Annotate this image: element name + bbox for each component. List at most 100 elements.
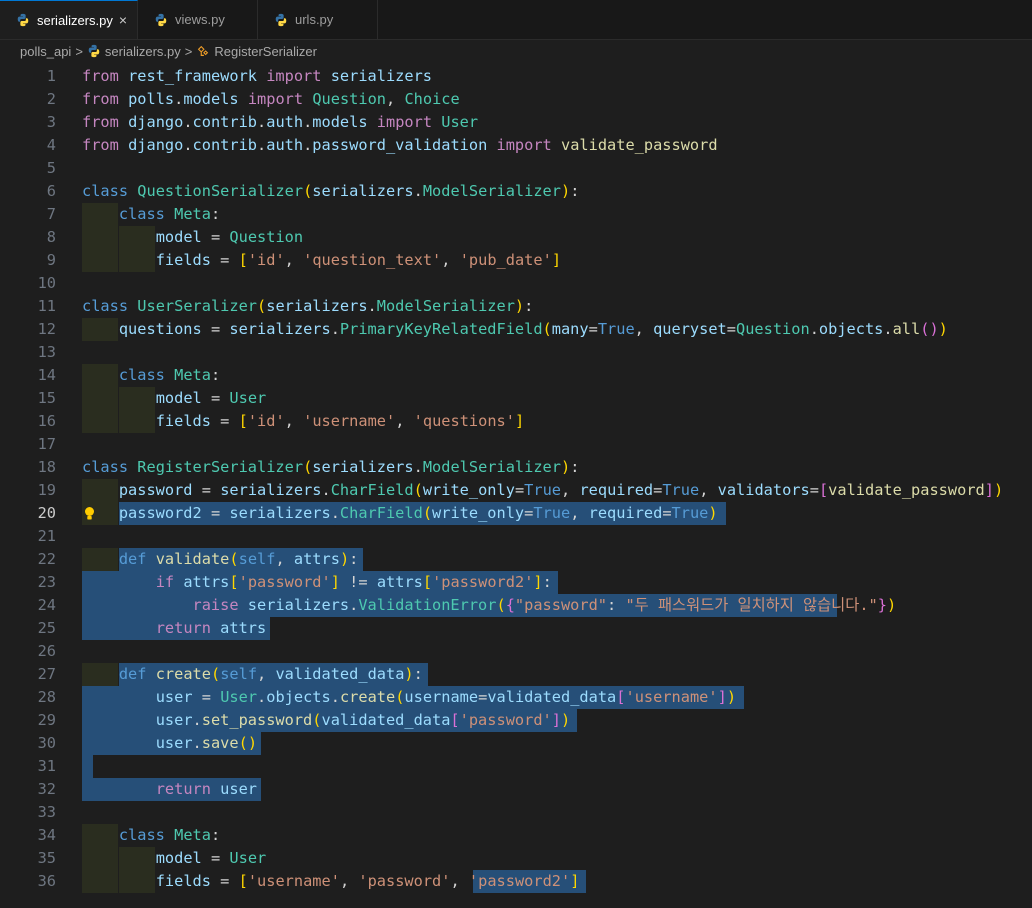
code-text: model = User [155,849,267,867]
line-number: 9 [46,251,56,269]
code-line[interactable]: 15 model = User [0,387,1032,410]
code-line[interactable]: 12 questions = serializers.PrimaryKeyRel… [0,318,1032,341]
code-text: return attrs [155,619,267,637]
code-line[interactable]: 7 class Meta: [0,203,1032,226]
line-number: 32 [37,780,56,798]
tab-views[interactable]: views.py [138,0,258,39]
code-line[interactable]: 4 from django.contrib.auth.password_valid… [0,134,1032,157]
code-text: class Meta: [118,826,221,844]
line-number: 17 [37,435,56,453]
code-line[interactable]: 24 raise serializers.ValidationError({"p… [0,594,1032,617]
code-text: fields = ['username', 'password', 'passw… [155,872,580,890]
code-line[interactable]: 30 user.save() [0,732,1032,755]
code-line[interactable]: 14 class Meta: [0,364,1032,387]
code-line[interactable]: 1 from rest_framework import serializers [0,65,1032,88]
line-number: 31 [37,757,56,775]
line-number: 16 [37,412,56,430]
breadcrumb-file[interactable]: serializers.py [105,44,181,59]
code-line[interactable]: 18 class RegisterSerializer(serializers.M… [0,456,1032,479]
line-number: 36 [37,872,56,890]
selection-highlight [82,755,94,778]
code-text: if attrs['password'] != attrs['password2… [155,573,552,591]
code-text: fields = ['id', 'username', 'questions'] [155,412,525,430]
line-number: 26 [37,642,56,660]
code-line[interactable]: 6 class QuestionSerializer(serializers.Mo… [0,180,1032,203]
code-line[interactable]: 34 class Meta: [0,824,1032,847]
code-line[interactable]: 33 [0,801,1032,824]
line-number: 20 [37,504,56,522]
line-number: 30 [37,734,56,752]
line-number: 19 [37,481,56,499]
code-text: class QuestionSerializer(serializers.Mod… [82,182,580,200]
line-number: 6 [46,182,56,200]
code-text: class RegisterSerializer(serializers.Mod… [82,458,580,476]
code-text: user = User.objects.create(username=vali… [155,688,737,706]
code-line[interactable]: 35 model = User [0,847,1032,870]
code-line[interactable]: 3 from django.contrib.auth.models import … [0,111,1032,134]
code-line[interactable]: 2 from polls.models import Question, Choi… [0,88,1032,111]
close-icon[interactable]: × [119,12,127,28]
breadcrumb-symbol[interactable]: RegisterSerializer [214,44,317,59]
code-line[interactable]: 28 user = User.objects.create(username=v… [0,686,1032,709]
line-number: 4 [46,136,56,154]
chevron-right-icon: > [75,43,83,59]
line-number: 21 [37,527,56,545]
line-number: 5 [46,159,56,177]
line-number: 12 [37,320,56,338]
breadcrumb-folder[interactable]: polls_api [20,44,71,59]
chevron-right-icon: > [184,43,193,59]
python-icon [88,44,100,58]
code-text: return user [155,780,258,798]
tab-label: urls.py [295,12,334,27]
code-line[interactable]: 32 return user [0,778,1032,801]
code-line[interactable]: 36 fields = ['username', 'password', 'pa… [0,870,1032,893]
line-number: 15 [37,389,56,407]
breadcrumb: polls_api > serializers.py > RegisterSer… [0,40,1032,62]
line-number: 29 [37,711,56,729]
code-line[interactable]: 10 [0,272,1032,295]
code-line[interactable]: 25 return attrs [0,617,1032,640]
code-line[interactable]: 17 [0,433,1032,456]
code-line[interactable]: 23 if attrs['password'] != attrs['passwo… [0,571,1032,594]
code-text: model = User [155,389,267,407]
code-line[interactable]: 22 def validate(self, attrs): [0,548,1032,571]
code-text: password2 = serializers.CharField(write_… [118,504,718,522]
code-text: raise serializers.ValidationError({"pass… [192,596,897,614]
code-line[interactable]: 19 password = serializers.CharField(writ… [0,479,1032,502]
code-text: questions = serializers.PrimaryKeyRelate… [118,320,948,338]
code-line[interactable]: 13 [0,341,1032,364]
line-number: 8 [46,228,56,246]
code-text: def create(self, validated_data): [118,665,423,683]
line-number: 7 [46,205,56,223]
tab-serializers[interactable]: serializers.py × [0,0,138,39]
code-line[interactable]: 21 [0,525,1032,548]
line-number: 28 [37,688,56,706]
code-text: class UserSeralizer(serializers.ModelSer… [82,297,534,315]
line-number: 1 [46,67,56,85]
code-line[interactable]: 5 [0,157,1032,180]
code-line[interactable]: 20 password2 = serializers.CharField(wri… [0,502,1032,525]
line-number: 22 [37,550,56,568]
code-line[interactable]: 26 [0,640,1032,663]
tab-label: views.py [175,12,225,27]
code-line[interactable]: 8 model = Question [0,226,1032,249]
code-editor[interactable]: 1 from rest_framework import serializers 2… [0,62,1032,908]
tab-urls[interactable]: urls.py [258,0,378,39]
line-number: 2 [46,90,56,108]
code-line[interactable]: 31 [0,755,1032,778]
code-text: password = serializers.CharField(write_o… [118,481,1004,499]
code-line[interactable]: 27 def create(self, validated_data): [0,663,1032,686]
line-number: 23 [37,573,56,591]
code-line[interactable]: 29 user.set_password(validated_data['pas… [0,709,1032,732]
code-line[interactable]: 11 class UserSeralizer(serializers.ModelS… [0,295,1032,318]
python-icon [155,13,167,26]
code-text: model = Question [155,228,304,246]
line-number: 25 [37,619,56,637]
code-text: from polls.models import Question, Choic… [82,90,460,108]
code-line[interactable]: 9 fields = ['id', 'question_text', 'pub_… [0,249,1032,272]
line-number: 34 [37,826,56,844]
code-text: fields = ['id', 'question_text', 'pub_da… [155,251,562,269]
code-text: class Meta: [118,366,221,384]
python-icon [275,13,287,26]
code-line[interactable]: 16 fields = ['id', 'username', 'question… [0,410,1032,433]
